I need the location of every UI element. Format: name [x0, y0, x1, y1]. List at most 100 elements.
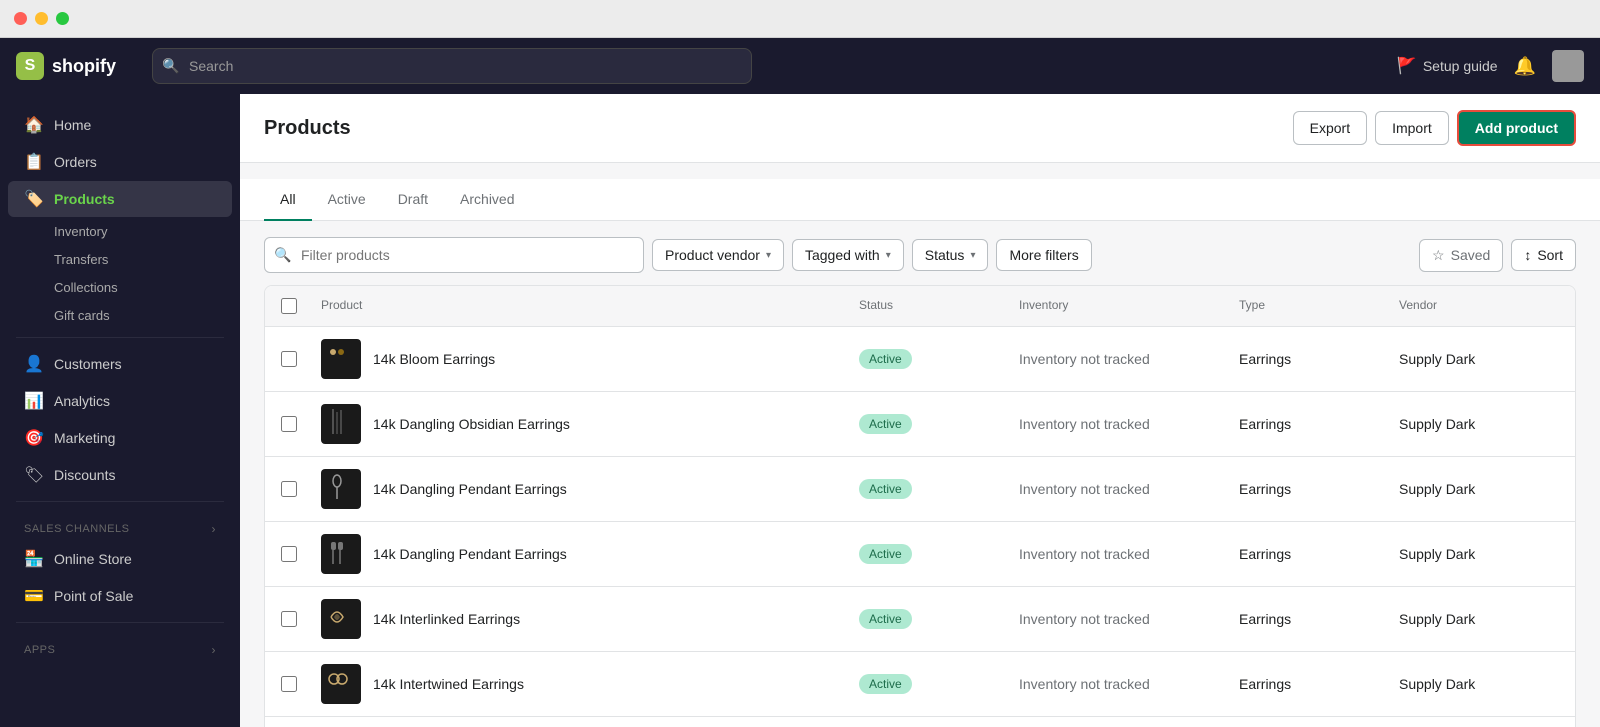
column-vendor: Vendor — [1399, 298, 1559, 314]
maximize-button[interactable] — [56, 12, 69, 25]
inventory-cell-6: Inventory not tracked — [1019, 676, 1239, 692]
table-row[interactable]: 14k Intertwined Earrings Active Inventor… — [265, 652, 1575, 717]
product-name-1: 14k Bloom Earrings — [373, 351, 495, 367]
product-cell-4: 14k Dangling Pendant Earrings — [321, 534, 859, 574]
product-thumb-1 — [321, 339, 361, 379]
product-name-2: 14k Dangling Obsidian Earrings — [373, 416, 570, 432]
add-product-button[interactable]: Add product — [1457, 110, 1576, 146]
page-title: Products — [264, 117, 351, 140]
tab-active[interactable]: Active — [312, 179, 382, 221]
status-cell-3: Active — [859, 479, 1019, 499]
sales-channels-section[interactable]: Sales channels › — [0, 510, 240, 540]
row-checkbox-2[interactable] — [281, 416, 297, 432]
app-layout: 🏠 Home 📋 Orders 🏷️ Products Inventory Tr… — [0, 94, 1600, 727]
status-badge-6: Active — [859, 674, 912, 694]
page-header: Products Export Import Add product — [240, 94, 1600, 163]
status-label: Status — [925, 247, 965, 263]
minimize-button[interactable] — [35, 12, 48, 25]
import-button[interactable]: Import — [1375, 111, 1449, 145]
sidebar-item-point-of-sale-label: Point of Sale — [54, 588, 133, 604]
table-rows-container: 14k Bloom Earrings Active Inventory not … — [265, 327, 1575, 727]
sidebar-item-online-store-label: Online Store — [54, 551, 132, 567]
tagged-with-filter[interactable]: Tagged with ▾ — [792, 239, 904, 271]
analytics-icon: 📊 — [24, 391, 44, 411]
type-cell-3: Earrings — [1239, 481, 1399, 497]
table-row[interactable]: 14k Solid Bloom Earrings Active Inventor… — [265, 717, 1575, 727]
column-inventory: Inventory — [1019, 298, 1239, 314]
type-cell-5: Earrings — [1239, 611, 1399, 627]
tab-draft[interactable]: Draft — [382, 179, 444, 221]
sort-button[interactable]: ↕ Sort — [1511, 239, 1576, 271]
orders-icon: 📋 — [24, 152, 44, 172]
row-checkbox-6[interactable] — [281, 676, 297, 692]
setup-guide-button[interactable]: 🚩 Setup guide — [1397, 56, 1498, 76]
sidebar-item-gift-cards[interactable]: Gift cards — [8, 302, 232, 329]
product-cell-6: 14k Intertwined Earrings — [321, 664, 859, 704]
topbar: S shopify 🔍 🚩 Setup guide 🔔 — [0, 38, 1600, 94]
sidebar: 🏠 Home 📋 Orders 🏷️ Products Inventory Tr… — [0, 94, 240, 727]
status-filter[interactable]: Status ▾ — [912, 239, 989, 271]
row-checkbox-4[interactable] — [281, 546, 297, 562]
sidebar-item-collections[interactable]: Collections — [8, 274, 232, 301]
filter-products-input[interactable] — [264, 237, 644, 273]
sidebar-item-online-store[interactable]: 🏪 Online Store — [8, 541, 232, 577]
search-container: 🔍 — [152, 48, 752, 84]
filter-search-icon: 🔍 — [274, 247, 291, 264]
notifications-bell-icon[interactable]: 🔔 — [1514, 56, 1536, 77]
status-cell-4: Active — [859, 544, 1019, 564]
sort-icon: ↕ — [1524, 247, 1531, 263]
product-cell-1: 14k Bloom Earrings — [321, 339, 859, 379]
row-checkbox-cell — [281, 481, 321, 497]
global-search-input[interactable] — [152, 48, 752, 84]
tab-all-label: All — [280, 191, 296, 207]
status-badge-1: Active — [859, 349, 912, 369]
row-checkbox-5[interactable] — [281, 611, 297, 627]
product-vendor-chevron-icon: ▾ — [766, 250, 771, 261]
select-all-checkbox[interactable] — [281, 298, 297, 314]
table-row[interactable]: 14k Bloom Earrings Active Inventory not … — [265, 327, 1575, 392]
product-vendor-filter[interactable]: Product vendor ▾ — [652, 239, 784, 271]
table-row[interactable]: 14k Dangling Pendant Earrings Active Inv… — [265, 457, 1575, 522]
status-badge-2: Active — [859, 414, 912, 434]
table-row[interactable]: 14k Interlinked Earrings Active Inventor… — [265, 587, 1575, 652]
flag-icon: 🚩 — [1397, 56, 1417, 76]
vendor-cell-4: Supply Dark — [1399, 546, 1559, 562]
close-button[interactable] — [14, 12, 27, 25]
status-badge-5: Active — [859, 609, 912, 629]
tab-archived[interactable]: Archived — [444, 179, 530, 221]
sidebar-item-home[interactable]: 🏠 Home — [8, 107, 232, 143]
sidebar-item-analytics[interactable]: 📊 Analytics — [8, 383, 232, 419]
row-checkbox-1[interactable] — [281, 351, 297, 367]
export-button[interactable]: Export — [1293, 111, 1367, 145]
row-checkbox-3[interactable] — [281, 481, 297, 497]
filter-search-container: 🔍 — [264, 237, 644, 273]
sidebar-item-discounts[interactable]: 🏷 Discounts — [8, 457, 232, 493]
tab-all[interactable]: All — [264, 179, 312, 221]
table-row[interactable]: 14k Dangling Pendant Earrings Active Inv… — [265, 522, 1575, 587]
inventory-cell-1: Inventory not tracked — [1019, 351, 1239, 367]
sidebar-item-inventory[interactable]: Inventory — [8, 218, 232, 245]
product-thumb-3 — [321, 469, 361, 509]
sidebar-item-orders[interactable]: 📋 Orders — [8, 144, 232, 180]
avatar[interactable] — [1552, 50, 1584, 82]
tab-archived-label: Archived — [460, 191, 514, 207]
sidebar-item-transfers-label: Transfers — [54, 252, 108, 267]
sidebar-item-point-of-sale[interactable]: 💳 Point of Sale — [8, 578, 232, 614]
sidebar-item-customers[interactable]: 👤 Customers — [8, 346, 232, 382]
table-row[interactable]: 14k Dangling Obsidian Earrings Active In… — [265, 392, 1575, 457]
discounts-icon: 🏷 — [24, 465, 44, 485]
sidebar-item-products[interactable]: 🏷️ Products — [8, 181, 232, 217]
sales-channels-chevron-icon: › — [212, 522, 217, 536]
column-product: Product — [321, 298, 859, 314]
sidebar-item-transfers[interactable]: Transfers — [8, 246, 232, 273]
more-filters-button[interactable]: More filters — [996, 239, 1091, 271]
apps-section[interactable]: Apps › — [0, 631, 240, 661]
saved-button[interactable]: ☆ Saved — [1419, 239, 1503, 272]
vendor-cell-5: Supply Dark — [1399, 611, 1559, 627]
sidebar-divider-1 — [16, 337, 224, 338]
inventory-cell-5: Inventory not tracked — [1019, 611, 1239, 627]
type-cell-1: Earrings — [1239, 351, 1399, 367]
sidebar-item-marketing[interactable]: 🎯 Marketing — [8, 420, 232, 456]
logo[interactable]: S shopify — [16, 52, 136, 80]
vendor-cell-3: Supply Dark — [1399, 481, 1559, 497]
